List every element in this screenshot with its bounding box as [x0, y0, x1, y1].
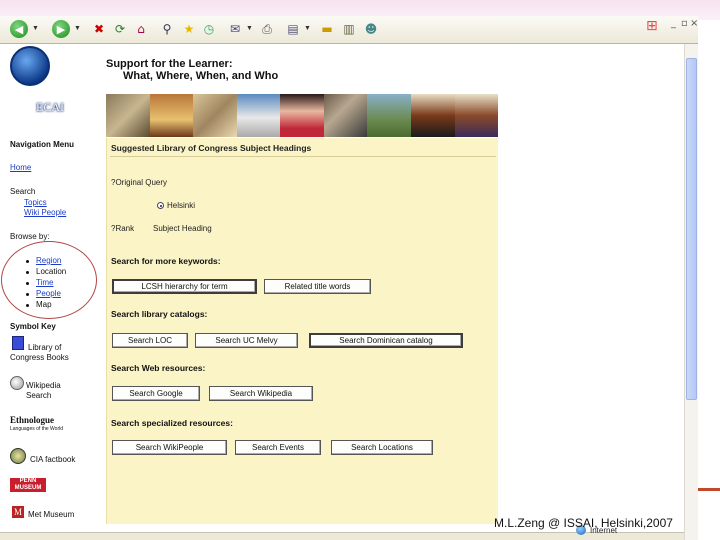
ecai-logo-text: ECAI	[36, 100, 64, 114]
nav-link-home[interactable]: Home	[10, 163, 31, 172]
vertical-scrollbar[interactable]	[684, 44, 698, 540]
penn-museum-logo: PENN MUSEUM	[10, 478, 46, 492]
browser-toolbar: ◀ ▼ ▶ ▼ ✖ ⟳ ⌂ ⚲ ★ ◷ ✉ ▼ ⎙ ▤ ▼ ▬ ▥ ☻ ⊞ _ …	[0, 16, 698, 44]
restore-icon[interactable]: ▫	[681, 18, 688, 29]
messenger-icon[interactable]: ☻	[362, 20, 380, 38]
image-temple	[236, 94, 281, 137]
lcsh-hierarchy-button[interactable]: LCSH hierarchy for term	[112, 279, 257, 294]
image-arch	[149, 94, 194, 137]
search-icon[interactable]: ⚲	[158, 20, 176, 38]
symbol-met: Met Museum	[28, 510, 75, 519]
back-icon[interactable]: ◀	[10, 20, 28, 38]
section-library-title: Search library catalogs:	[111, 309, 208, 319]
ecai-globe-logo[interactable]	[10, 46, 50, 86]
symbol-loc-books: Library of Congress Books	[10, 343, 69, 362]
discuss-icon[interactable]: ▬	[318, 20, 336, 38]
search-wikipeople-button[interactable]: Search WikiPeople	[112, 440, 227, 455]
query-value: Helsinki	[167, 201, 196, 210]
lcsh-hierarchy-label: LCSH hierarchy for term	[141, 282, 228, 291]
image-figure	[454, 94, 499, 137]
nav-link-wikipeople[interactable]: Wiki People	[24, 208, 66, 217]
history-icon[interactable]: ◷	[200, 20, 218, 38]
windows-logo-icon: ⊞	[646, 18, 658, 34]
query-radio[interactable]	[157, 202, 164, 209]
favorites-icon[interactable]: ★	[180, 20, 198, 38]
original-query-label: ?Original Query	[111, 178, 168, 187]
search-loc-label: Search LOC	[127, 336, 173, 345]
image-manuscript	[193, 94, 237, 137]
image-portrait	[280, 94, 324, 137]
symbol-wikipedia: Wikipedia Search	[26, 381, 61, 400]
stop-icon[interactable]: ✖	[90, 20, 108, 38]
search-loc-button[interactable]: Search LOC	[112, 333, 188, 348]
subject-heading-label: Subject Heading	[153, 224, 212, 233]
search-dominican-label: Search Dominican catalog	[339, 336, 433, 345]
symbol-ethnologue-sub: Languages of the World	[10, 426, 64, 432]
section-keywords-title: Search for more keywords:	[111, 256, 221, 266]
page-subtitle: What, Where, When, and Who	[123, 70, 279, 82]
image-amphora	[410, 94, 455, 137]
slide-footer-credit: M.L.Zeng @ ISSAI, Helsinki,2007	[494, 516, 673, 530]
nav-browse-label: Browse by:	[10, 232, 50, 241]
subject-headings-panel: Suggested Library of Congress Subject He…	[106, 138, 498, 524]
search-ucmelvyl-button[interactable]: Search UC Melvy	[195, 333, 298, 348]
search-events-label: Search Events	[251, 443, 305, 452]
nav-heading: Navigation Menu	[10, 140, 75, 149]
penn-museum-text: PENN MUSEUM	[14, 478, 42, 491]
scrollbar-thumb[interactable]	[686, 58, 697, 400]
search-wikipedia-label: Search Wikipedia	[229, 389, 293, 398]
related-title-words-button[interactable]: Related title words	[264, 279, 371, 294]
search-wikipeople-label: Search WikiPeople	[135, 443, 204, 452]
nav-link-topics[interactable]: Topics	[24, 198, 47, 207]
symbol-cia: CIA factbook	[30, 455, 76, 464]
annotation-circle	[1, 241, 97, 319]
panel-heading: Suggested Library of Congress Subject He…	[111, 143, 312, 153]
symbol-key-heading: Symbol Key	[10, 322, 56, 331]
search-events-button[interactable]: Search Events	[235, 440, 321, 455]
close-icon[interactable]: ×	[690, 18, 698, 29]
back-dropdown-icon[interactable]: ▼	[32, 25, 39, 32]
met-logo-icon: M	[12, 506, 24, 518]
forward-icon[interactable]: ▶	[52, 20, 70, 38]
search-locations-button[interactable]: Search Locations	[331, 440, 433, 455]
mail-icon[interactable]: ✉	[226, 20, 244, 38]
related-title-words-label: Related title words	[284, 282, 351, 291]
header-image-strip	[106, 94, 499, 137]
image-carving	[323, 94, 368, 137]
cia-seal-icon	[10, 448, 26, 464]
search-google-button[interactable]: Search Google	[112, 386, 200, 401]
edit-icon[interactable]: ▤	[284, 20, 302, 38]
image-landscape	[367, 94, 411, 137]
search-ucmelvyl-label: Search UC Melvy	[215, 336, 278, 345]
refresh-icon[interactable]: ⟳	[111, 20, 129, 38]
search-dominican-button[interactable]: Search Dominican catalog	[309, 333, 463, 348]
mail-dropdown-icon[interactable]: ▼	[246, 25, 253, 32]
nav-search-label: Search	[10, 187, 36, 196]
print-icon[interactable]: ⎙	[258, 20, 276, 38]
edit-dropdown-icon[interactable]: ▼	[304, 25, 311, 32]
section-web-title: Search Web resources:	[111, 363, 206, 373]
image-buddha	[106, 94, 150, 137]
slide-decoration	[698, 488, 720, 491]
research-icon[interactable]: ▥	[340, 20, 358, 38]
forward-dropdown-icon[interactable]: ▼	[74, 25, 81, 32]
search-google-label: Search Google	[129, 389, 183, 398]
rank-label: ?Rank	[111, 224, 135, 233]
search-wikipedia-button[interactable]: Search Wikipedia	[209, 386, 313, 401]
symbol-ethnologue: Ethnologue	[10, 415, 55, 425]
section-specialized-title: Search specialized resources:	[111, 418, 233, 428]
search-locations-label: Search Locations	[351, 443, 413, 452]
wikipedia-icon	[10, 376, 24, 390]
home-icon[interactable]: ⌂	[132, 20, 150, 38]
minimize-icon[interactable]: _	[671, 18, 676, 29]
divider	[110, 156, 496, 157]
